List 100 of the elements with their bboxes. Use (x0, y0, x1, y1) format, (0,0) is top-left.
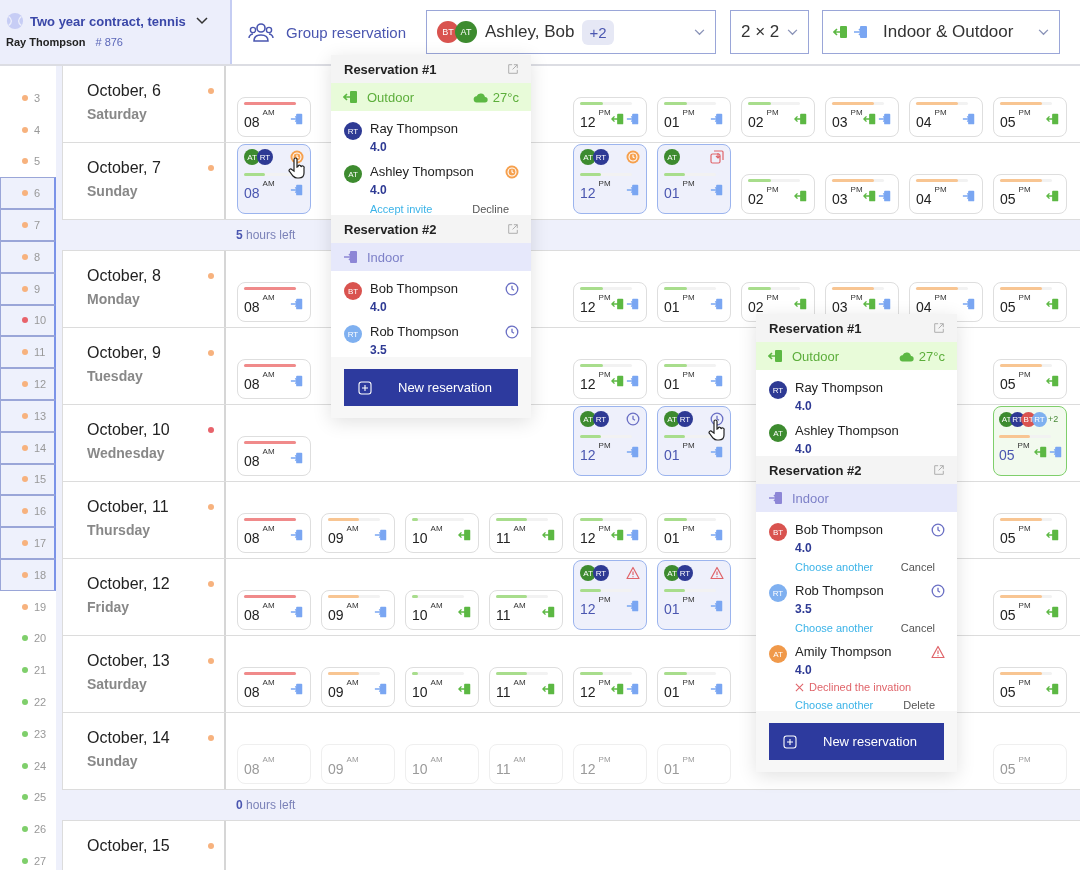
slot-period: AM (346, 678, 359, 687)
time-slot[interactable]: 12 PM (573, 513, 647, 553)
time-slot[interactable]: 10 AM (405, 667, 479, 707)
time-slot[interactable]: AT RT 01 PM (657, 406, 731, 476)
time-slot[interactable]: 08 AM (237, 282, 311, 322)
players-select[interactable]: BT AT Ashley, Bob +2 (426, 10, 716, 54)
time-slot[interactable]: 08 AM (237, 590, 311, 630)
time-slot[interactable]: 12 PM (573, 282, 647, 322)
time-slot[interactable]: 12 PM (573, 359, 647, 399)
time-slot[interactable]: AT RT 08 AM (237, 144, 311, 214)
slot-period: PM (682, 678, 695, 687)
group-icon (248, 21, 274, 43)
time-slot[interactable]: 10 AM (405, 590, 479, 630)
time-slot[interactable]: 01 PM (657, 513, 731, 553)
extra-players-badge: +2 (582, 19, 614, 45)
time-slot[interactable]: 09 AM (321, 513, 395, 553)
slot-period: PM (682, 524, 695, 533)
time-slot[interactable]: 03 PM (825, 174, 899, 214)
slot-hour: 05 (999, 447, 1015, 463)
time-slot[interactable]: 05 PM (993, 174, 1067, 214)
time-slot[interactable]: 08 AM (237, 667, 311, 707)
time-slot[interactable]: 05 PM (993, 359, 1067, 399)
time-slot[interactable]: 08 AM (237, 359, 311, 399)
time-slot[interactable]: 08 AM (237, 513, 311, 553)
contract-panel[interactable]: Two year contract, tennis Ray Thompson # 876 (0, 0, 232, 64)
external-link-icon[interactable] (933, 322, 945, 334)
slot-period: PM (1018, 108, 1031, 117)
enter-door-icon (710, 682, 724, 696)
enter-door-icon (626, 599, 640, 613)
action-button[interactable]: Delete (903, 699, 935, 711)
external-link-icon[interactable] (933, 464, 945, 476)
time-slot[interactable]: 08 AM (237, 436, 311, 476)
time-slot[interactable]: AT RT 12 PM (573, 406, 647, 476)
slot-hour: 04 (916, 114, 932, 130)
time-slot[interactable]: 05 PM (993, 513, 1067, 553)
exit-door-icon (863, 297, 877, 311)
format-select[interactable]: 2 × 2 (730, 10, 809, 54)
time-slot[interactable]: 01 PM (657, 282, 731, 322)
time-slot[interactable]: 05 PM (993, 590, 1067, 630)
player-avatar: RT (593, 411, 609, 427)
enter-door-icon (962, 112, 976, 126)
time-slot[interactable]: 02 PM (741, 174, 815, 214)
time-slot[interactable]: 01 PM (657, 359, 731, 399)
chevron-down-icon[interactable] (195, 17, 208, 25)
slot-hour: 08 (244, 530, 260, 546)
external-link-icon[interactable] (507, 223, 519, 235)
time-slot[interactable]: 05 PM (993, 97, 1067, 137)
week-number: 22 (34, 696, 48, 709)
time-slot[interactable]: AT RT 12 PM (573, 560, 647, 630)
time-slot[interactable]: 05 PM (993, 282, 1067, 322)
enter-door-icon (710, 528, 724, 542)
time-slot[interactable]: AT RT BT RT +2 05 PM (993, 406, 1067, 476)
day-date: October, 12 (87, 575, 171, 593)
time-slot[interactable]: 01 PM (657, 97, 731, 137)
time-slot[interactable]: 12 PM (573, 667, 647, 707)
slot-hour: 05 (1000, 607, 1016, 623)
enter-door-icon (878, 297, 892, 311)
time-slot[interactable]: 02 PM (741, 97, 815, 137)
time-slot[interactable]: 04 PM (909, 97, 983, 137)
time-slot[interactable]: 09 AM (321, 590, 395, 630)
member-avatar: AT (769, 645, 787, 663)
enter-door-icon (626, 112, 640, 126)
enter-door-icon (290, 605, 304, 619)
action-button[interactable]: Cancel (900, 622, 935, 634)
member-rating: 4.0 (795, 663, 813, 677)
week-number: 6 (34, 187, 42, 200)
time-slot[interactable]: 12 PM (573, 97, 647, 137)
external-link-icon[interactable] (507, 63, 519, 75)
enter-door-icon (626, 374, 640, 388)
new-reservation-button[interactable]: New reservation (769, 723, 944, 760)
slot-period: PM (1018, 370, 1031, 379)
slot-hour: 08 (244, 114, 260, 130)
time-slot[interactable]: AT RT 12 PM (573, 144, 647, 214)
slot-hour: 05 (1000, 761, 1016, 777)
week-number: 25 (34, 791, 48, 804)
time-slot[interactable]: AT 01 PM (657, 144, 731, 214)
owner-name: Ray Thompson (6, 36, 86, 48)
time-slot[interactable]: 08 AM (237, 97, 311, 137)
group-reservation-button[interactable]: Group reservation (248, 21, 426, 43)
slot-period: AM (262, 179, 275, 188)
time-slot[interactable]: 03 PM (825, 97, 899, 137)
time-slot[interactable]: 01 PM (657, 667, 731, 707)
slot-hour: 08 (244, 299, 260, 315)
week-number: 18 (34, 568, 48, 581)
time-slot[interactable]: 11 AM (489, 590, 563, 630)
slot-hour: 12 (580, 684, 596, 700)
time-slot[interactable]: 11 AM (489, 513, 563, 553)
time-slot[interactable]: 09 AM (321, 667, 395, 707)
time-slot[interactable]: 10 AM (405, 513, 479, 553)
action-button[interactable]: Decline (472, 203, 509, 215)
time-slot[interactable]: AT RT 01 PM (657, 560, 731, 630)
slot-period: PM (598, 179, 611, 188)
time-slot[interactable]: 11 AM (489, 667, 563, 707)
venue-select[interactable]: Indoor & Outdoor (822, 10, 1060, 54)
action-button[interactable]: Cancel (900, 561, 935, 573)
chevron-down-icon (1038, 28, 1049, 36)
time-slot[interactable]: 04 PM (909, 174, 983, 214)
new-reservation-button[interactable]: New reservation (344, 369, 518, 406)
member-name: Ashley Thompson (370, 164, 474, 179)
time-slot[interactable]: 05 PM (993, 667, 1067, 707)
